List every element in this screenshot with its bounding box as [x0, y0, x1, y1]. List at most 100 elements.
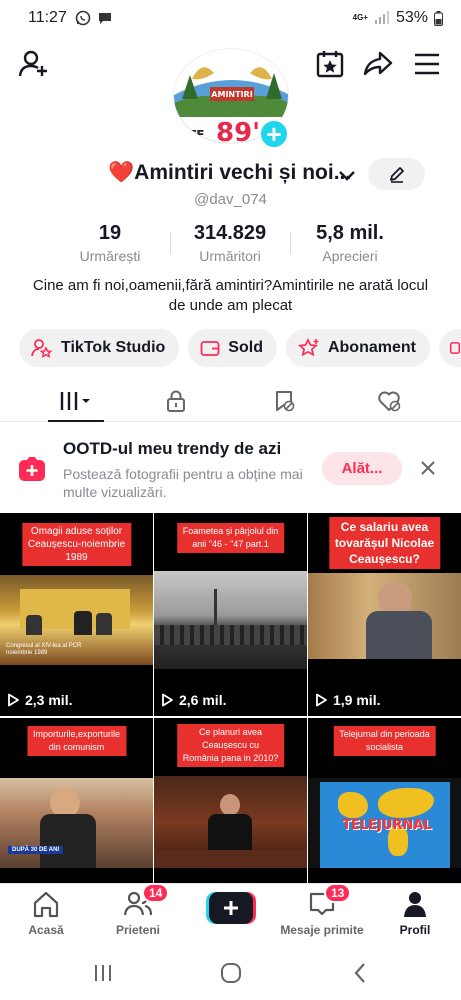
- create-plus-icon[interactable]: [206, 892, 256, 924]
- promo-subtitle: Postează fotografii pentru a obține mai …: [63, 466, 303, 500]
- chip-label: TikTok Studio: [61, 339, 166, 356]
- tab-liked[interactable]: [349, 380, 429, 422]
- video-scene: [308, 573, 461, 659]
- inbox-badge: 13: [324, 883, 352, 903]
- view-count: 1,9 mil.: [315, 692, 380, 708]
- stat-following[interactable]: 19 Urmărești: [50, 222, 170, 266]
- friends-badge: 14: [142, 883, 170, 903]
- wallet-icon: [200, 341, 220, 356]
- promo-title: OOTD-ul meu trendy de azi: [63, 439, 282, 458]
- nav-inbox[interactable]: 13 Mesaje primite: [276, 883, 368, 946]
- avatar-year: 89': [216, 118, 260, 144]
- video-caption: Omagii aduse soților Ceaușescu-noiembrie…: [21, 523, 132, 566]
- add-avatar-button[interactable]: +: [258, 118, 290, 150]
- nav-profile[interactable]: Profil: [369, 884, 461, 946]
- profile-tabs: [0, 380, 461, 422]
- profile-name-row: ❤️Amintiri vechi și noi...: [0, 158, 461, 192]
- bottom-navigation: Acasă 14 Prieteni 13 Mesaje primite Prof…: [0, 883, 461, 945]
- video-thumbnail[interactable]: Foametea și pârjolul din anii "46 - "47 …: [154, 513, 307, 716]
- video-caption: Ce planuri avea Ceaușescu cu România pan…: [176, 724, 285, 767]
- pencil-icon: [389, 167, 404, 183]
- recent-apps-button[interactable]: [90, 960, 116, 986]
- system-navigation-bar: [0, 945, 461, 1000]
- person-star-icon: [31, 339, 53, 358]
- profile-icon: [404, 892, 426, 917]
- network-type: 4G+: [352, 13, 368, 22]
- home-system-button[interactable]: [218, 960, 244, 986]
- more-chip[interactable]: [438, 329, 461, 367]
- view-count-text: 2,3 mil.: [25, 692, 73, 708]
- bookmark-hidden-icon: [276, 391, 295, 412]
- stat-label: Aprecieri: [322, 248, 378, 264]
- photo-promo-banner: OOTD-ul meu trendy de azi Postează fotog…: [0, 428, 461, 510]
- subscription-button[interactable]: Abonament: [285, 329, 430, 367]
- balance-button[interactable]: Sold: [188, 329, 277, 367]
- back-button[interactable]: [348, 960, 374, 986]
- promo-join-button[interactable]: Alăt...: [322, 452, 402, 485]
- video-thumbnail[interactable]: Ce salariu avea tovarășul Nicolae Ceaușe…: [308, 513, 461, 716]
- partial-icon: [449, 342, 461, 354]
- view-count-text: 2,6 mil.: [179, 692, 227, 708]
- camera-plus-icon: [19, 457, 45, 481]
- view-count: 2,3 mil.: [7, 692, 72, 708]
- video-thumbnail[interactable]: Omagii aduse soților Ceaușescu-noiembrie…: [0, 513, 153, 716]
- active-tab-indicator: [48, 420, 104, 422]
- stat-followers[interactable]: 314.829 Urmăritori: [170, 222, 290, 266]
- tab-private[interactable]: [136, 380, 216, 422]
- heart-emoji: ❤️: [108, 161, 135, 184]
- stat-likes[interactable]: 5,8 mil. Aprecieri: [290, 222, 410, 266]
- scene-text: Congresul al XIV-lea al PCR noiembrie 19…: [6, 643, 82, 656]
- username: @dav_074: [194, 191, 267, 208]
- calendar-star-icon[interactable]: [314, 48, 346, 80]
- nav-label: Mesaje primite: [280, 923, 364, 937]
- heart-hidden-icon: [378, 391, 401, 412]
- chevron-down-icon[interactable]: [337, 165, 357, 185]
- add-friend-icon[interactable]: [18, 48, 50, 80]
- display-name[interactable]: ❤️Amintiri vechi și noi...: [108, 161, 351, 185]
- signal-icon: [374, 11, 389, 24]
- video-scene: [154, 776, 307, 868]
- video-scene: Congresul al XIV-lea al PCR noiembrie 19…: [0, 575, 153, 665]
- share-icon[interactable]: [362, 48, 394, 80]
- menu-icon[interactable]: [411, 48, 443, 80]
- profile-action-chips: TikTok Studio Sold Abonament: [19, 329, 461, 367]
- star-plus-icon: [297, 338, 319, 357]
- tiktok-studio-button[interactable]: TikTok Studio: [19, 329, 180, 367]
- back-chevron-icon: [354, 963, 365, 983]
- nav-label: Profil: [399, 923, 431, 937]
- close-icon[interactable]: [418, 458, 438, 478]
- video-thumbnail[interactable]: Ce planuri avea Ceaușescu cu România pan…: [154, 718, 307, 883]
- video-thumbnail[interactable]: Telejurnal din perioada socialista TELEJ…: [308, 718, 461, 883]
- video-grid: Omagii aduse soților Ceaușescu-noiembrie…: [0, 513, 461, 883]
- status-time: 11:27: [28, 9, 67, 26]
- video-scene: TELEJURNAL: [308, 778, 461, 868]
- stat-value: 19: [98, 222, 122, 244]
- nav-home[interactable]: Acasă: [0, 884, 92, 946]
- scene-text: DUPĂ 30 DE ANI: [8, 846, 64, 854]
- chip-label: Abonament: [327, 339, 416, 356]
- status-bar: 11:27 4G+ 53%: [0, 0, 461, 36]
- stat-label: Urmăritori: [199, 248, 261, 264]
- edit-profile-button[interactable]: [368, 158, 425, 190]
- tab-saved[interactable]: [244, 380, 324, 422]
- whatsapp-icon: [75, 10, 91, 26]
- profile-bio: Cine am fi noi,oamenii,fără amintiri?Ami…: [32, 277, 429, 314]
- scene-text: TELEJURNAL: [342, 818, 432, 833]
- video-scene: DUPĂ 30 DE ANI: [0, 778, 153, 868]
- video-caption: Foametea și pârjolul din anii "46 - "47 …: [176, 523, 285, 553]
- battery-percent: 53%: [395, 9, 428, 26]
- stat-value: 314.829: [193, 222, 267, 244]
- battery-icon: [434, 10, 443, 26]
- lock-icon: [167, 390, 185, 412]
- nav-label: Prieteni: [115, 923, 160, 937]
- video-thumbnail[interactable]: Importurile,exporturile din comunism DUP…: [0, 718, 153, 883]
- avatar-sub-text: NTE: [178, 128, 204, 142]
- avatar-banner: AMINTIRI: [211, 90, 252, 99]
- nav-friends[interactable]: 14 Prieteni: [92, 883, 184, 946]
- play-icon: [8, 693, 19, 707]
- recent-apps-icon: [95, 965, 111, 981]
- tab-videos[interactable]: [36, 380, 116, 422]
- view-count: 2,6 mil.: [161, 692, 226, 708]
- stat-label: Urmărești: [79, 248, 141, 264]
- message-icon: [98, 13, 111, 24]
